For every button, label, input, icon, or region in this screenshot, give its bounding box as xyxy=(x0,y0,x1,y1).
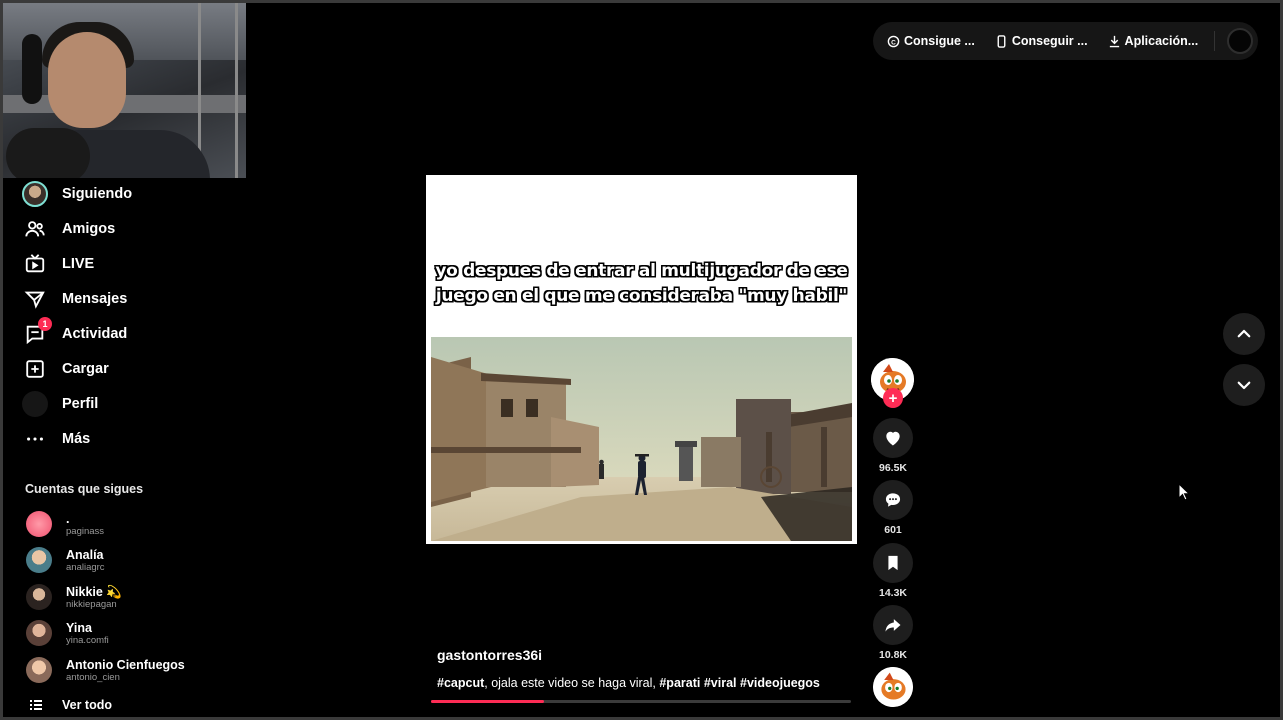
download-app-label: Aplicación... xyxy=(1124,34,1199,48)
following-accounts-title: Cuentas que sigues xyxy=(25,482,144,496)
hashtag-link[interactable]: #viral xyxy=(704,676,737,690)
account-name: . xyxy=(66,511,70,526)
get-app-button[interactable]: Conseguir ... xyxy=(995,34,1088,48)
comment-count: 601 xyxy=(884,524,902,536)
sidebar-item-label: LIVE xyxy=(62,256,95,272)
sidebar-item-activity[interactable]: 1 Actividad xyxy=(22,317,128,347)
share-button[interactable] xyxy=(873,605,913,645)
chevron-up-icon xyxy=(1237,329,1251,338)
live-icon xyxy=(22,251,48,277)
sidebar-item-label: Amigos xyxy=(62,221,116,237)
followed-account[interactable]: Yina yina.comfi xyxy=(26,616,109,650)
video-author[interactable]: gastontorres36i xyxy=(437,647,542,663)
more-icon xyxy=(22,426,48,452)
user-avatar[interactable] xyxy=(1227,28,1254,54)
description-text: , ojala este video se haga viral, xyxy=(484,676,660,690)
get-app-label: Conseguir ... xyxy=(1011,34,1088,48)
see-all-label: Ver todo xyxy=(62,698,113,712)
chevron-down-icon xyxy=(1237,381,1251,390)
hashtag-link[interactable]: #videojuegos xyxy=(740,676,820,690)
account-name: Antonio Cienfuegos xyxy=(66,657,185,672)
download-app-button[interactable]: Aplicación... xyxy=(1108,34,1199,48)
followed-account[interactable]: . paginass xyxy=(26,507,104,541)
avatar xyxy=(26,584,52,610)
avatar xyxy=(26,547,52,573)
avatar xyxy=(26,657,52,683)
activity-icon: 1 xyxy=(22,317,52,347)
sidebar-item-label: Cargar xyxy=(62,361,109,377)
webcam-overlay xyxy=(0,0,246,178)
followed-account[interactable]: Nikkie 💫 nikkiepagan xyxy=(26,580,122,614)
video-player[interactable]: yo despues de entrar al multijugador de … xyxy=(426,175,857,544)
sidebar-item-label: Perfil xyxy=(62,396,99,412)
heart-icon xyxy=(886,431,900,446)
sidebar-item-more[interactable]: Más xyxy=(22,426,90,452)
save-button[interactable] xyxy=(873,543,913,583)
divider xyxy=(1214,31,1216,51)
account-handle: paginass xyxy=(66,525,105,537)
sidebar: Siguiendo Amigos LIVE Mensajes 1 Activid… xyxy=(0,178,246,720)
download-icon xyxy=(1109,35,1119,47)
avatar-icon xyxy=(22,181,48,207)
previous-video-button[interactable] xyxy=(1223,313,1265,355)
sidebar-item-profile[interactable]: Perfil xyxy=(22,391,98,417)
account-name: Yina xyxy=(66,620,92,635)
account-handle: nikkiepagan xyxy=(66,598,117,610)
comment-icon xyxy=(885,493,901,507)
video-overlay-text: yo despues de entrar al multijugador de … xyxy=(435,261,848,306)
see-all-button[interactable]: Ver todo xyxy=(30,698,112,712)
hashtag-link[interactable]: #parati xyxy=(659,676,700,690)
sidebar-item-upload[interactable]: Cargar xyxy=(22,356,109,382)
friends-icon xyxy=(22,216,48,242)
avatar xyxy=(26,511,52,537)
save-count: 14.3K xyxy=(878,587,908,599)
sidebar-item-label: Actividad xyxy=(62,326,128,342)
share-icon xyxy=(885,619,901,632)
share-count: 10.8K xyxy=(878,649,908,661)
sidebar-item-label: Más xyxy=(62,431,91,447)
account-handle: analiagrc xyxy=(66,561,105,573)
sidebar-item-label: Siguiendo xyxy=(62,186,133,202)
next-video-button[interactable] xyxy=(1223,364,1265,406)
coin-icon: C xyxy=(887,35,900,47)
svg-text:C: C xyxy=(891,39,896,46)
like-count: 96.5K xyxy=(878,462,908,474)
hashtag-link[interactable]: #capcut xyxy=(437,676,484,690)
video-frame-image xyxy=(431,337,852,541)
account-handle: antonio_cien xyxy=(66,671,120,683)
mouse-cursor-icon xyxy=(1178,482,1191,506)
video-progress-fill xyxy=(431,700,545,703)
sidebar-item-label: Mensajes xyxy=(62,291,128,307)
upload-icon xyxy=(22,356,48,382)
phone-icon xyxy=(997,34,1006,48)
get-coins-button[interactable]: C Consigue ... xyxy=(887,34,975,48)
messages-icon xyxy=(22,286,48,312)
get-coins-label: Consigue ... xyxy=(904,34,975,48)
top-actions-bar: C Consigue ... Conseguir ... Aplicación.… xyxy=(873,22,1258,60)
like-button[interactable] xyxy=(873,418,913,458)
follow-plus-icon[interactable]: + xyxy=(883,388,903,408)
account-name: Analía xyxy=(66,547,104,562)
video-progress-bar[interactable] xyxy=(431,700,851,703)
profile-avatar-icon xyxy=(22,391,48,417)
sidebar-item-live[interactable]: LIVE xyxy=(22,251,94,277)
activity-badge: 1 xyxy=(38,317,52,331)
avatar xyxy=(26,620,52,646)
list-icon xyxy=(30,700,42,710)
comment-button[interactable] xyxy=(873,480,913,520)
followed-account[interactable]: Analía analiagrc xyxy=(26,543,105,577)
account-handle: yina.comfi xyxy=(66,634,109,646)
account-name: Nikkie 💫 xyxy=(66,584,122,599)
sidebar-item-friends[interactable]: Amigos xyxy=(22,216,115,242)
sidebar-item-messages[interactable]: Mensajes xyxy=(22,286,127,312)
sound-avatar[interactable] xyxy=(873,667,913,707)
followed-account[interactable]: Antonio Cienfuegos antonio_cien xyxy=(26,653,185,687)
sidebar-item-following[interactable]: Siguiendo xyxy=(22,181,132,207)
video-description: #capcut, ojala este video se haga viral,… xyxy=(437,676,820,690)
bookmark-icon xyxy=(888,555,898,571)
